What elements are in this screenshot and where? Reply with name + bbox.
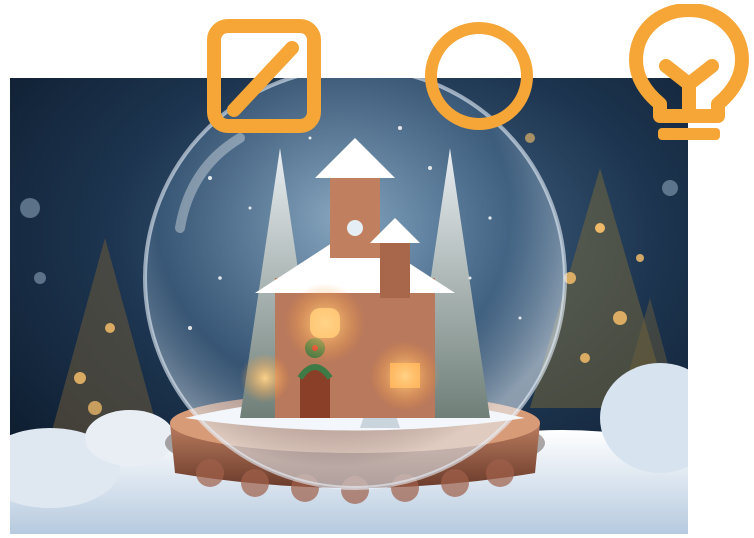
pencil-square-icon[interactable]	[206, 18, 322, 134]
snow-globe-photo	[10, 78, 688, 534]
lightbulb-icon[interactable]	[628, 4, 750, 150]
circle-icon[interactable]	[420, 18, 538, 134]
